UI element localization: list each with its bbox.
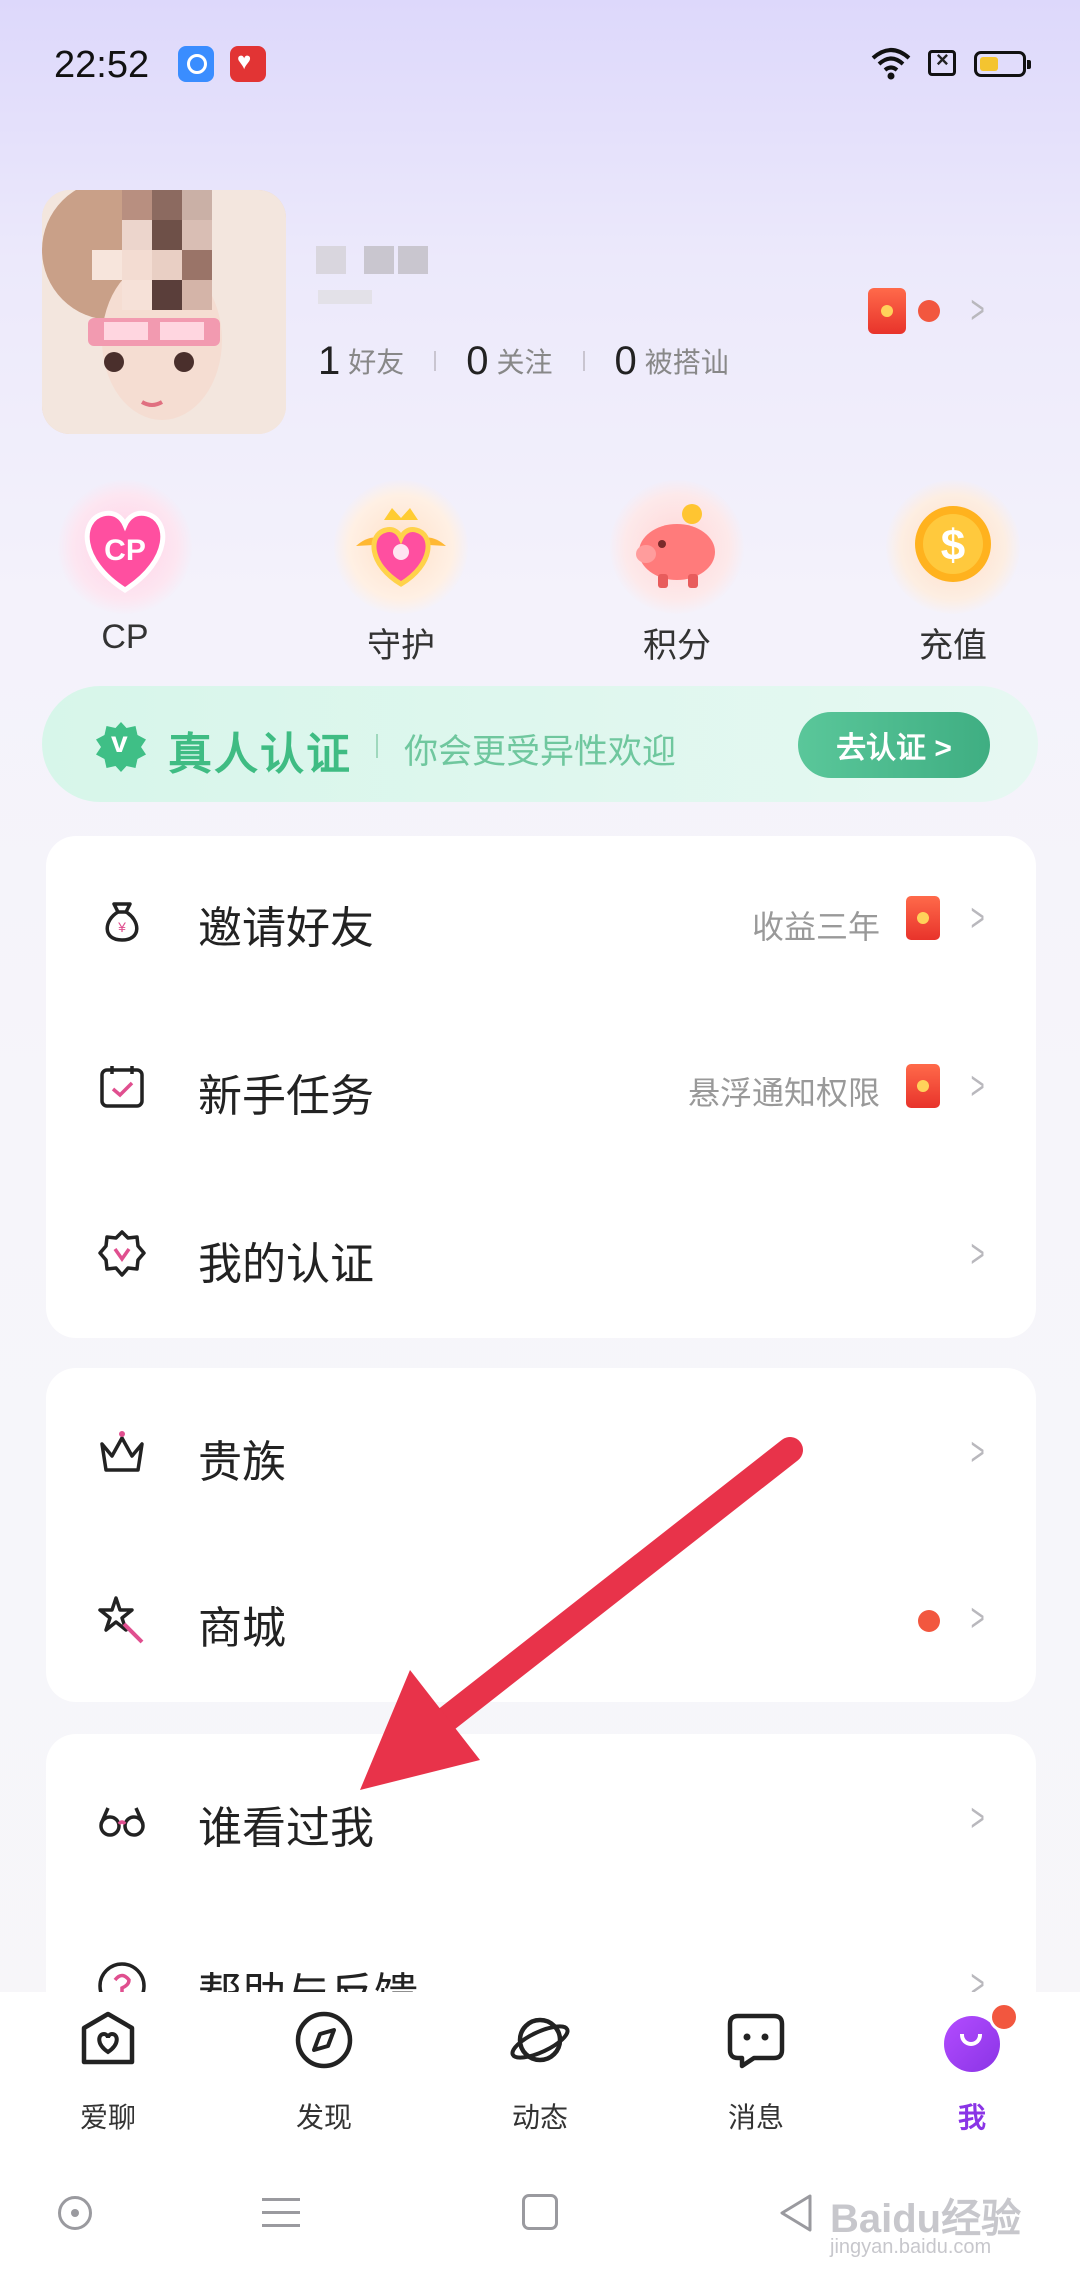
stat-divider <box>434 351 437 371</box>
battery-icon <box>974 51 1031 77</box>
wifi-icon <box>871 48 911 80</box>
invite-red-envelope-icon <box>906 896 940 940</box>
following-label[interactable]: 关注 <box>497 341 553 381</box>
username-sub-blurred <box>318 290 372 304</box>
newbie-tasks-label: 新手任务 <box>198 1072 374 1121</box>
mall-red-dot <box>918 1610 940 1632</box>
red-app-notification-icon <box>230 46 266 82</box>
menu-row-newbie-tasks[interactable] <box>46 1004 1036 1172</box>
tab-moments-label: 动态 <box>511 2102 568 2133</box>
newbie-tasks-hint: 悬浮通知权限 <box>687 1075 880 1111</box>
crown-icon <box>100 1431 144 1472</box>
menu-lines-icon[interactable] <box>262 2198 300 2228</box>
glasses-icon <box>99 1807 145 1837</box>
help-icon <box>98 1962 146 1992</box>
tab-me[interactable]: 我 <box>897 2002 1047 2133</box>
help-feedback-label: 帮助与反馈 <box>198 1958 418 1992</box>
calendar-check-icon <box>100 1066 144 1108</box>
tab-me-label: 我 <box>957 2102 986 2133</box>
points-button[interactable] <box>610 480 744 614</box>
verify-title: 真人认证 <box>168 730 352 779</box>
compass-icon <box>295 2011 353 2069</box>
verify-subtitle: 你会更受异性欢迎 <box>404 733 676 771</box>
points-label: 积分 <box>643 627 711 665</box>
who-viewed-chevron-right-icon: > <box>970 1796 985 1840</box>
baidu-watermark-url: jingyan.baidu.com <box>830 2236 992 2258</box>
status-bar: 22:52 <box>0 0 1080 130</box>
mall-chevron-right-icon: > <box>970 1596 985 1640</box>
menu-row-my-verification[interactable] <box>46 1172 1036 1338</box>
cp-button[interactable]: CP <box>58 480 192 614</box>
svg-text:$: $ <box>941 521 965 570</box>
tab-messages[interactable]: 消息 <box>681 2008 831 2133</box>
tasks-red-envelope-icon <box>906 1064 940 1108</box>
chat-icon <box>727 2013 785 2069</box>
avatar[interactable] <box>42 190 286 434</box>
tab-aichat-label: 爱聊 <box>79 2102 136 2133</box>
nobility-label: 贵族 <box>198 1438 286 1487</box>
my-verification-label: 我的认证 <box>198 1240 374 1289</box>
planet-icon <box>510 2017 570 2063</box>
username-blurred <box>316 246 432 279</box>
help-chevron-right-icon: > <box>970 1962 985 1992</box>
gold-coin-icon: $ <box>915 506 991 582</box>
verification-chevron-right-icon: > <box>970 1232 985 1276</box>
verify-divider <box>376 734 378 758</box>
recharge-button[interactable]: $ <box>886 480 1020 614</box>
approached-count[interactable]: 0 <box>615 339 637 384</box>
money-bag-icon: ¥ <box>105 902 139 942</box>
approached-label[interactable]: 被搭讪 <box>645 341 729 381</box>
home-heart-icon <box>81 2011 135 2065</box>
guard-crown-heart-icon <box>356 508 446 587</box>
tab-moments[interactable]: 动态 <box>465 2008 615 2133</box>
tab-discover[interactable]: 发现 <box>249 2008 399 2133</box>
menu-row-help-feedback[interactable]: 帮助与反馈 > <box>46 1902 1036 1992</box>
menu-row-invite[interactable] <box>46 836 1036 1004</box>
assistant-dot-icon[interactable] <box>58 2196 92 2230</box>
recharge-label: 充值 <box>919 627 987 665</box>
friends-label[interactable]: 好友 <box>348 341 404 381</box>
qq-notification-icon <box>178 46 214 82</box>
following-count[interactable]: 0 <box>466 339 488 384</box>
back-triangle-icon[interactable] <box>776 2192 816 2234</box>
magic-wand-icon <box>98 1596 144 1644</box>
guard-label: 守护 <box>367 627 435 665</box>
stat-divider <box>582 351 585 371</box>
svg-text:CP: CP <box>104 534 146 567</box>
annotation-arrow <box>360 1437 803 1790</box>
badge-icon <box>98 1230 146 1277</box>
profile-stats: 1 好友 0 关注 0 被搭讪 <box>318 338 729 384</box>
profile-chevron-right-icon[interactable]: > <box>971 290 985 330</box>
red-envelope-icon[interactable] <box>868 288 906 334</box>
guard-button[interactable] <box>334 480 468 614</box>
invite-hint: 收益三年 <box>751 909 880 945</box>
go-verify-button[interactable]: 去认证 > <box>798 712 990 778</box>
sim-off-icon <box>928 47 956 76</box>
profile-red-dot <box>918 300 940 322</box>
me-notification-dot <box>989 2002 1019 2032</box>
tasks-chevron-right-icon: > <box>970 1064 985 1108</box>
invite-friends-label: 邀请好友 <box>198 904 374 953</box>
tab-aichat[interactable]: 爱聊 <box>33 2008 183 2133</box>
mall-label: 商城 <box>198 1604 286 1653</box>
friends-count[interactable]: 1 <box>318 339 340 384</box>
avatar-image <box>42 190 286 434</box>
piggy-bank-icon <box>636 504 715 588</box>
invite-chevron-right-icon: > <box>970 896 985 940</box>
tab-discover-label: 发现 <box>295 2102 352 2133</box>
cp-label: CP <box>101 618 149 656</box>
cp-heart-icon: CP <box>84 510 166 593</box>
home-square-icon[interactable] <box>522 2194 558 2230</box>
tab-messages-label: 消息 <box>727 2102 784 2133</box>
status-time: 22:52 <box>54 44 150 86</box>
nobility-chevron-right-icon: > <box>970 1430 985 1474</box>
svg-text:¥: ¥ <box>117 919 126 935</box>
